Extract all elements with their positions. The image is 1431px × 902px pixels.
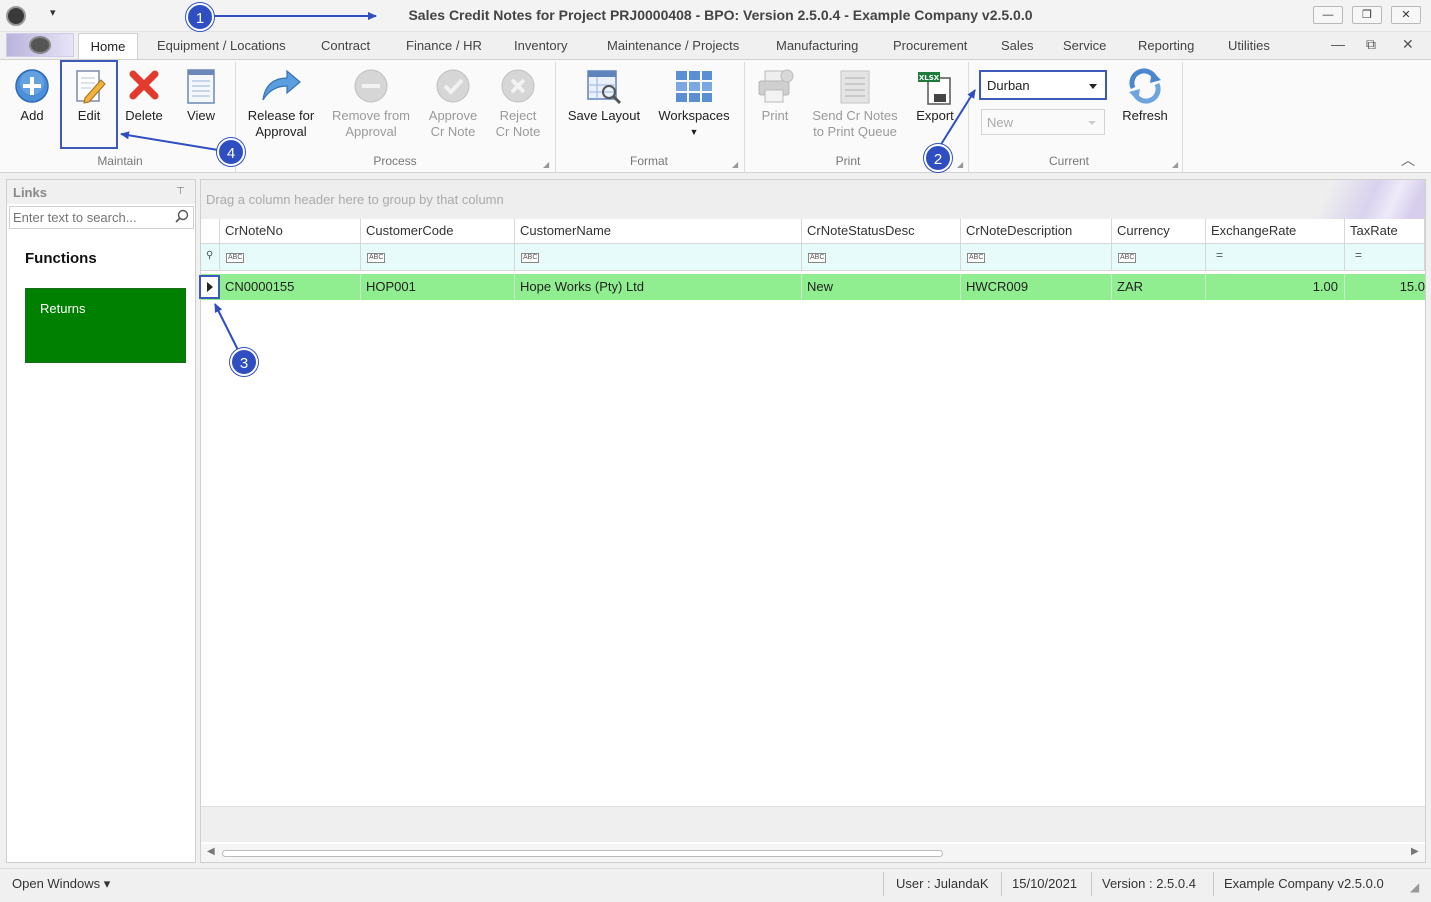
callout-3: 3 [230, 348, 258, 376]
callout-1: 1 [186, 3, 214, 31]
annotation-overlay [120, 12, 976, 351]
callout-2-arrow [939, 89, 976, 147]
callout-4: 4 [217, 138, 245, 166]
callout-4-arrow [120, 131, 219, 151]
callout-2: 2 [924, 144, 952, 172]
callout-3-arrow [214, 303, 239, 351]
